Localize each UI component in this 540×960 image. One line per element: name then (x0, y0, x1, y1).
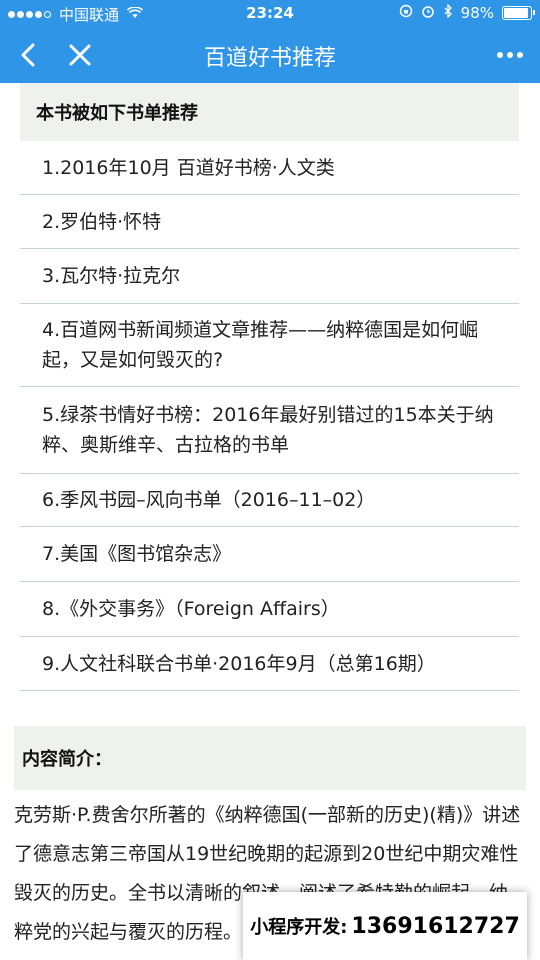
bluetooth-icon (443, 3, 453, 22)
alarm-icon (421, 4, 435, 22)
list-item[interactable]: 5.绿茶书情好书榜：2016年最好别错过的15本关于纳粹、奥斯维辛、古拉格的书单 (20, 387, 519, 474)
list-item-label: 4.百道网书新闻频道文章推荐——纳粹德国是如何崛起，又是如何毁灭的? (42, 319, 479, 371)
battery-icon (502, 6, 535, 20)
list-item-label: 5.绿茶书情好书榜：2016年最好别错过的15本关于纳粹、奥斯维辛、古拉格的书单 (42, 404, 494, 456)
battery-percent: 98% (460, 4, 494, 22)
more-dots-icon (497, 52, 503, 58)
list-item[interactable]: 6.季风书园–风向书单（2016–11–02） (20, 474, 519, 527)
status-right-group: 98% (399, 3, 535, 22)
list-item-label: 3.瓦尔特·拉克尔 (42, 265, 181, 287)
list-item-label: 7.美国《图书馆杂志》 (42, 543, 232, 565)
dev-banner-label: 小程序开发: (250, 917, 348, 938)
nav-bar: 百道好书推荐 (0, 27, 540, 83)
developer-contact-banner[interactable]: 小程序开发: 13691612727 (243, 892, 527, 960)
list-item[interactable]: 8.《外交事务》（Foreign Affairs） (20, 582, 519, 637)
recommend-section-header: 本书被如下书单推荐 (20, 83, 519, 141)
recommend-section-title: 本书被如下书单推荐 (36, 103, 198, 124)
list-item[interactable]: 2.罗伯特·怀特 (20, 195, 519, 249)
intro-section-header: 内容简介： (14, 726, 526, 790)
list-item[interactable]: 1.2016年10月 百道好书榜·人文类 (20, 141, 519, 195)
orientation-lock-icon (399, 4, 413, 22)
list-item[interactable]: 9.人文社科联合书单·2016年9月（总第16期） (20, 637, 519, 691)
more-dots-icon (507, 52, 513, 58)
list-item[interactable]: 3.瓦尔特·拉克尔 (20, 249, 519, 304)
battery-level (504, 8, 528, 18)
list-item[interactable]: 4.百道网书新闻频道文章推荐——纳粹德国是如何崛起，又是如何毁灭的? (20, 304, 519, 387)
list-item-label: 1.2016年10月 百道好书榜·人文类 (42, 156, 335, 179)
more-dots-icon (517, 52, 523, 58)
list-item-label: 8.《外交事务》（Foreign Affairs） (42, 598, 340, 620)
page-title: 百道好书推荐 (203, 46, 336, 71)
status-bar: 中国联通 23:24 98% (0, 0, 540, 27)
list-item[interactable]: 7.美国《图书馆杂志》 (20, 527, 519, 582)
dev-banner-phone: 13691612727 (351, 913, 520, 939)
list-item-label: 2.罗伯特·怀特 (42, 210, 162, 233)
list-item-label: 9.人文社科联合书单·2016年9月（总第16期） (42, 652, 436, 675)
list-item-label: 6.季风书园–风向书单（2016–11–02） (42, 489, 376, 511)
recommend-list: 1.2016年10月 百道好书榜·人文类 2.罗伯特·怀特 3.瓦尔特·拉克尔 … (20, 141, 519, 691)
more-button[interactable] (492, 37, 528, 73)
intro-section-title: 内容简介： (22, 749, 112, 770)
